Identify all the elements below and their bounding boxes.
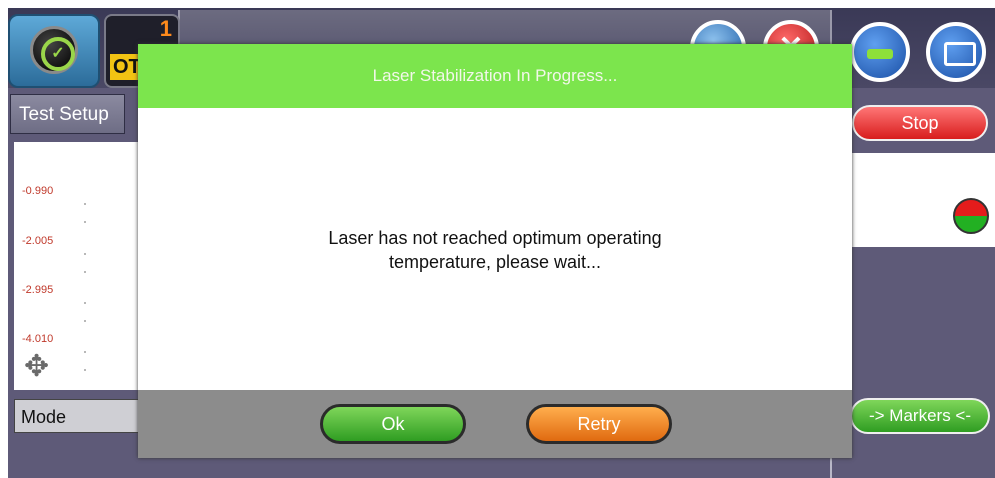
y-tick-label: -2.005 (22, 235, 54, 247)
status-led-icon (953, 198, 989, 234)
y-tick-label: -0.990 (22, 185, 54, 197)
dialog-title: Laser Stabilization In Progress... (138, 44, 852, 108)
folder-icon[interactable] (926, 22, 986, 82)
home-button[interactable]: ✓ (8, 14, 100, 88)
ok-button[interactable]: Ok (320, 404, 466, 444)
graph-panel: -0.990 -2.005 -2.995 -4.010 ✥ (14, 142, 139, 390)
stop-button[interactable]: Stop (852, 105, 988, 141)
app-logo-icon: ✓ (30, 26, 78, 74)
markers-button[interactable]: -> Markers <- (850, 398, 990, 434)
dialog-message: Laser has not reached optimum operating … (138, 226, 852, 274)
dialog-body: Laser has not reached optimum operating … (138, 108, 852, 390)
minimize-icon[interactable] (850, 22, 910, 82)
mode-select[interactable]: Mode (14, 399, 144, 433)
y-tick-label: -4.010 (22, 333, 54, 345)
y-tick-label: -2.995 (22, 284, 54, 296)
laser-stabilization-dialog: Laser Stabilization In Progress... Laser… (138, 44, 852, 458)
ot-counter: 1 (159, 16, 172, 41)
retry-button[interactable]: Retry (526, 404, 672, 444)
tab-test-setup[interactable]: Test Setup (10, 94, 125, 134)
dialog-footer: Ok Retry (138, 390, 852, 458)
app-frame: ✓ 1 OT ✕ Test Setup -0.990 -2.005 -2.995… (8, 8, 995, 478)
move-icon[interactable]: ✥ (24, 352, 49, 382)
dialog-message-line-2: temperature, please wait... (388, 252, 602, 272)
status-panel (836, 153, 995, 247)
dialog-message-line-1: Laser has not reached optimum operating (328, 228, 662, 248)
